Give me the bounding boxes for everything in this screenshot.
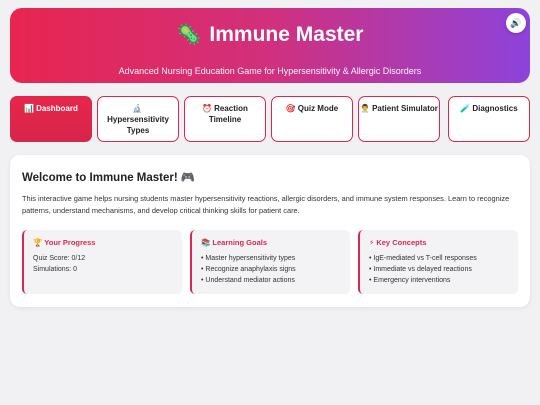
quiz-score: Quiz Score: 0/12 xyxy=(33,255,86,262)
tab-diagnostics[interactable]: 🧪 Diagnostics xyxy=(448,96,530,142)
simulations-count: Simulations: 0 xyxy=(33,266,77,273)
alarm-clock-icon: ⏰ xyxy=(202,104,213,113)
tab-label: Hypersensitivity Types xyxy=(107,115,169,135)
tab-patient-simulator[interactable]: 👨‍⚕️ Patient Simulator xyxy=(358,96,440,142)
key-concepts-card: ⚡ Key Concepts • IgE-mediated vs T-cell … xyxy=(358,230,518,294)
tab-dashboard[interactable]: 📊 Dashboard xyxy=(10,96,92,142)
tab-quiz-mode[interactable]: 🎯 Quiz Mode xyxy=(271,96,353,142)
dashboard-panel: Welcome to Immune Master! 🎮 This interac… xyxy=(10,155,530,307)
nav-tabs: 📊 Dashboard 🔬 Hypersensitivity Types ⏰ Reac… xyxy=(10,96,530,142)
tab-reaction-timeline[interactable]: ⏰ Reaction Timeline xyxy=(184,96,266,142)
tab-label: Dashboard xyxy=(36,104,78,113)
learning-goals-card: 📚 Learning Goals • Master hypersensitivi… xyxy=(190,230,350,294)
tab-hypersensitivity-types[interactable]: 🔬 Hypersensitivity Types xyxy=(97,96,179,142)
app-title: 🦠 Immune Master xyxy=(10,22,530,47)
app-subtitle: Advanced Nursing Education Game for Hype… xyxy=(118,66,422,76)
list-item: • Master hypersensitivity types xyxy=(201,255,296,262)
list-item: • Understand mediator actions xyxy=(201,277,295,284)
speaker-icon: 🔊 xyxy=(510,17,522,28)
progress-card: 🏆 Your Progress Quiz Score: 0/12 Simulat… xyxy=(22,230,182,294)
welcome-heading: Welcome to Immune Master! 🎮 xyxy=(22,172,196,184)
test-tube-icon: 🧪 xyxy=(460,104,471,113)
microscope-icon: 🔬 xyxy=(132,104,142,113)
intro-text: This interactive game helps nursing stud… xyxy=(22,194,510,215)
microbe-icon: 🦠 xyxy=(176,24,202,46)
sound-toggle-button[interactable]: 🔊 xyxy=(506,13,526,33)
tab-label: Patient Simulator xyxy=(372,104,438,113)
list-item: • IgE-mediated vs T-cell responses xyxy=(369,255,477,262)
target-icon: 🎯 xyxy=(285,104,296,113)
health-worker-icon: 👨‍⚕️ xyxy=(360,104,371,113)
app-title-text: Immune Master xyxy=(209,22,364,46)
app-header: 🦠 Immune Master Advanced Nursing Educati… xyxy=(10,8,530,83)
list-item: • Recognize anaphylaxis signs xyxy=(201,266,296,273)
tab-label: Quiz Mode xyxy=(297,104,339,113)
tab-label: Diagnostics xyxy=(472,104,518,113)
chart-icon: 📊 xyxy=(24,104,35,113)
card-title: 📚 Learning Goals xyxy=(201,238,268,247)
tab-label: Reaction Timeline xyxy=(208,104,248,124)
list-item: • Immediate vs delayed reactions xyxy=(369,266,472,273)
card-title: 🏆 Your Progress xyxy=(33,238,96,247)
card-title: ⚡ Key Concepts xyxy=(369,238,427,247)
list-item: • Emergency interventions xyxy=(369,277,451,284)
